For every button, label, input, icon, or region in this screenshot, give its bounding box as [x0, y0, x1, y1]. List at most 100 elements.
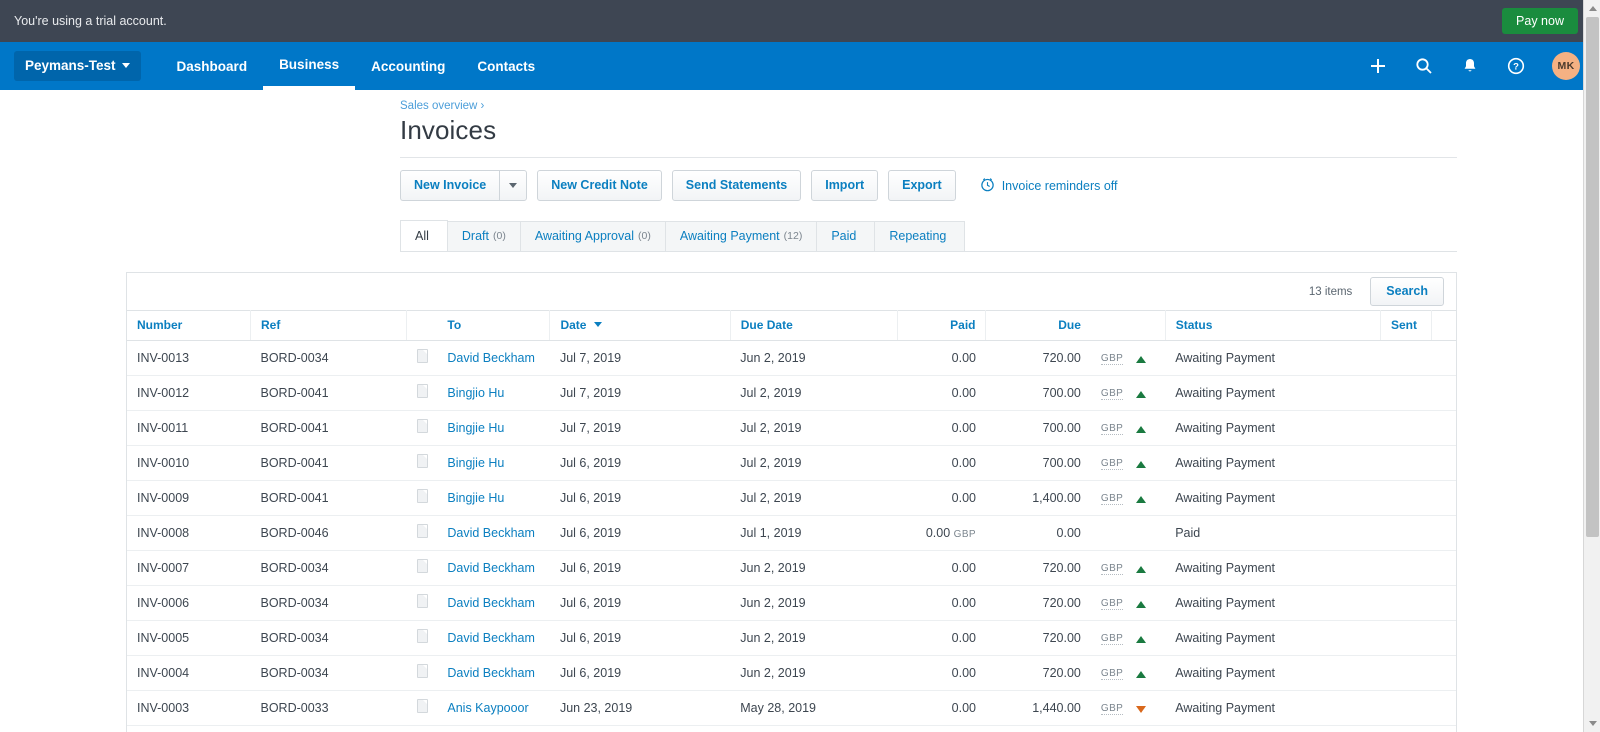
cell-attachment[interactable]: [406, 515, 438, 551]
table-row[interactable]: INV-0002BORD-0034 David BeckhamJun 23, 20…: [127, 725, 1456, 732]
new-invoice-button[interactable]: New Invoice: [400, 170, 500, 201]
document-icon[interactable]: [416, 664, 428, 678]
tab-awaiting-payment[interactable]: Awaiting Payment (12): [664, 221, 818, 251]
help-icon[interactable]: ?: [1506, 56, 1526, 76]
import-button[interactable]: Import: [811, 170, 879, 201]
nav-item-dashboard[interactable]: Dashboard: [161, 42, 264, 90]
search-icon[interactable]: [1414, 56, 1434, 76]
cell-to[interactable]: David Beckham: [437, 585, 550, 621]
document-icon[interactable]: [416, 699, 428, 713]
col-number[interactable]: Number: [127, 310, 251, 341]
contact-link[interactable]: Anis Kaypooor: [447, 701, 528, 715]
export-button[interactable]: Export: [888, 170, 956, 201]
contact-link[interactable]: David Beckham: [447, 666, 535, 680]
document-icon[interactable]: [416, 384, 428, 398]
bell-icon[interactable]: [1460, 56, 1480, 76]
tab-paid[interactable]: Paid: [816, 221, 876, 251]
search-button[interactable]: Search: [1370, 277, 1444, 306]
cell-attachment[interactable]: [406, 410, 438, 446]
document-icon[interactable]: [416, 349, 428, 363]
table-row[interactable]: INV-0005 BORD-0034 David Beckham Jul 6, 201…: [127, 620, 1456, 656]
tab-draft[interactable]: Draft (0): [446, 221, 521, 251]
col-due[interactable]: Due: [985, 310, 1091, 341]
cell-to[interactable]: David Beckham: [437, 655, 550, 691]
page-toolbar: New Invoice New Credit Note Send Stateme…: [400, 157, 1457, 201]
table-row[interactable]: INV-0013 BORD-0034 David Beckham Jul 7, 201…: [127, 340, 1456, 376]
table-row[interactable]: INV-0004 BORD-0034 David Beckham Jul 6, 201…: [127, 655, 1456, 691]
cell-to[interactable]: David Beckham: [437, 550, 550, 586]
cell-to[interactable]: Anis Kaypooor: [437, 690, 550, 726]
cell-attachment[interactable]: [406, 340, 438, 376]
col-ref[interactable]: Ref: [250, 310, 408, 341]
invoice-number: INV-0010: [137, 455, 190, 470]
document-icon[interactable]: [416, 454, 428, 468]
scroll-up-button[interactable]: [1584, 0, 1600, 17]
org-selector[interactable]: Peymans-Test: [14, 51, 141, 81]
contact-link[interactable]: David Beckham: [447, 351, 535, 365]
cell-to[interactable]: David Beckham: [437, 725, 550, 732]
cell-attachment[interactable]: [406, 480, 438, 516]
table-row[interactable]: INV-0012 BORD-0041 Bingjio Hu Jul 7, 2019 Ju…: [127, 375, 1456, 411]
cell-to[interactable]: David Beckham: [437, 515, 550, 551]
new-credit-note-button[interactable]: New Credit Note: [537, 170, 662, 201]
col-status[interactable]: Status: [1165, 310, 1382, 341]
table-row[interactable]: INV-0003 BORD-0033 Anis Kaypooor Jun 23, 20…: [127, 690, 1456, 726]
nav-item-contacts[interactable]: Contacts: [461, 42, 551, 90]
cell-attachment[interactable]: [406, 550, 438, 586]
nav-item-accounting[interactable]: Accounting: [355, 42, 461, 90]
new-invoice-dropdown-button[interactable]: [499, 170, 528, 201]
cell-to[interactable]: Bingjie Hu: [437, 410, 550, 446]
col-sent[interactable]: Sent: [1380, 310, 1433, 341]
cell-to[interactable]: Bingjie Hu: [437, 480, 550, 516]
table-row[interactable]: INV-0009 BORD-0041 Bingjie Hu Jul 6, 2019 Ju…: [127, 480, 1456, 516]
cell-attachment[interactable]: [406, 445, 438, 481]
avatar[interactable]: MK: [1552, 52, 1580, 80]
table-row[interactable]: INV-0010 BORD-0041 Bingjie Hu Jul 6, 2019 Ju…: [127, 445, 1456, 481]
cell-attachment[interactable]: [406, 655, 438, 691]
page-scrollbar[interactable]: [1583, 0, 1600, 732]
contact-link[interactable]: Bingjie Hu: [447, 421, 504, 435]
document-icon[interactable]: [416, 594, 428, 608]
document-icon[interactable]: [416, 629, 428, 643]
cell-to[interactable]: Bingjie Hu: [437, 445, 550, 481]
contact-link[interactable]: David Beckham: [447, 526, 535, 540]
cell-attachment[interactable]: [406, 585, 438, 621]
contact-link[interactable]: Bingjie Hu: [447, 491, 504, 505]
breadcrumb[interactable]: Sales overview ›: [400, 90, 1600, 112]
contact-link[interactable]: David Beckham: [447, 631, 535, 645]
col-date[interactable]: Date: [549, 310, 731, 341]
scroll-thumb[interactable]: [1586, 17, 1599, 537]
cell-attachment[interactable]: [406, 725, 438, 732]
document-icon[interactable]: [416, 524, 428, 538]
document-icon[interactable]: [416, 419, 428, 433]
plus-icon[interactable]: [1368, 56, 1388, 76]
cell-to[interactable]: David Beckham: [437, 340, 550, 376]
paid-amount: 0.00: [951, 420, 976, 435]
table-row[interactable]: INV-0007 BORD-0034 David Beckham Jul 6, 201…: [127, 550, 1456, 586]
table-row[interactable]: INV-0006 BORD-0034 David Beckham Jul 6, 201…: [127, 585, 1456, 621]
table-row[interactable]: INV-0008 BORD-0046 David Beckham Jul 6, 201…: [127, 515, 1456, 551]
col-to[interactable]: To: [437, 310, 551, 341]
tab-repeating[interactable]: Repeating: [874, 221, 966, 251]
cell-attachment[interactable]: [406, 375, 438, 411]
invoice-reminders-toggle[interactable]: Invoice reminders off: [980, 177, 1118, 195]
cell-attachment[interactable]: [406, 690, 438, 726]
table-row[interactable]: INV-0011 BORD-0041 Bingjie Hu Jul 7, 2019 Ju…: [127, 410, 1456, 446]
col-paid[interactable]: Paid: [897, 310, 987, 341]
contact-link[interactable]: Bingjio Hu: [447, 386, 504, 400]
document-icon[interactable]: [416, 559, 428, 573]
tab-awaiting-approval[interactable]: Awaiting Approval (0): [519, 221, 666, 251]
tab-all[interactable]: All: [400, 220, 448, 251]
cell-attachment[interactable]: [406, 620, 438, 656]
cell-to[interactable]: Bingjio Hu: [437, 375, 550, 411]
cell-to[interactable]: David Beckham: [437, 620, 550, 656]
contact-link[interactable]: David Beckham: [447, 596, 535, 610]
send-statements-button[interactable]: Send Statements: [671, 170, 802, 201]
scroll-down-button[interactable]: [1584, 715, 1600, 732]
contact-link[interactable]: Bingjie Hu: [447, 456, 504, 470]
nav-item-business[interactable]: Business: [263, 42, 356, 90]
document-icon[interactable]: [416, 489, 428, 503]
col-due-date[interactable]: Due Date: [730, 310, 898, 341]
pay-now-button[interactable]: Pay now: [1502, 8, 1578, 34]
contact-link[interactable]: David Beckham: [447, 561, 535, 575]
